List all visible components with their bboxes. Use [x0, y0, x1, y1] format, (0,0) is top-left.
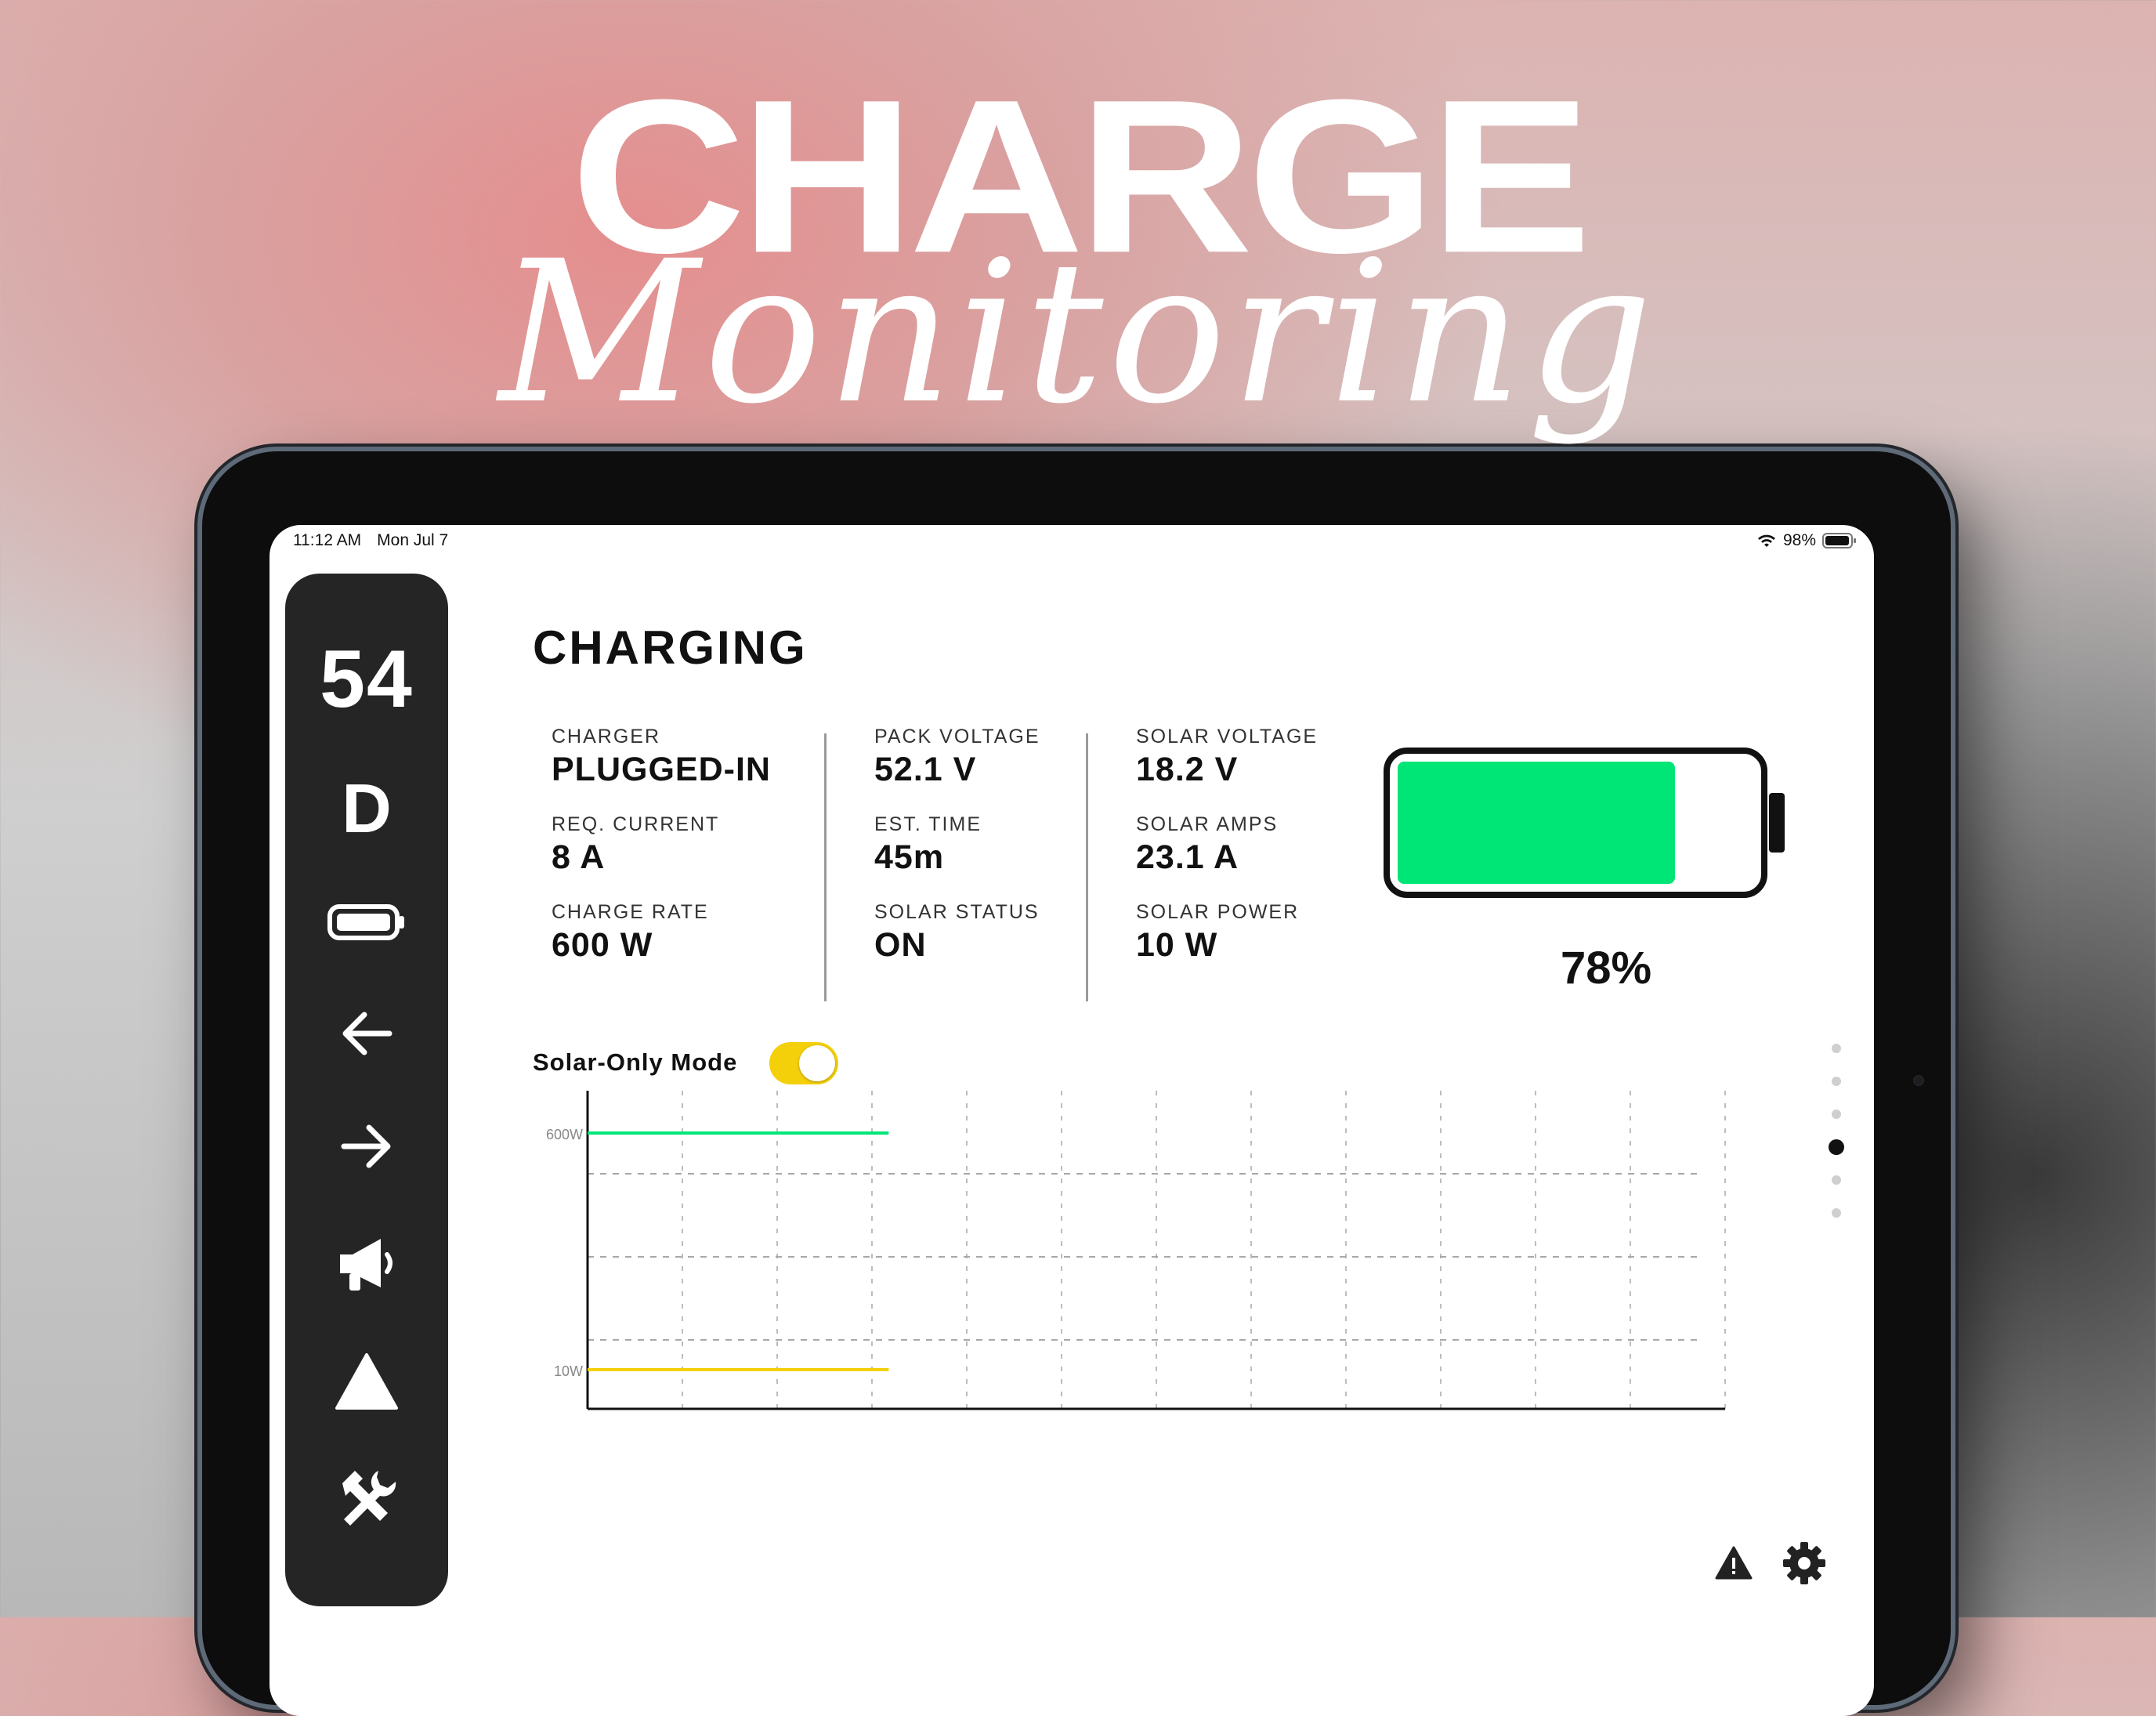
alert-icon[interactable]: [1714, 1545, 1753, 1581]
app-screen: 11:12 AM Mon Jul 7 98% 54 D CHARGING CHA…: [270, 525, 1874, 1716]
hero-script-subtitle: Monitoring: [498, 219, 1658, 447]
front-camera: [1913, 1075, 1924, 1086]
tablet-device: 11:12 AM Mon Jul 7 98% 54 D CHARGING CHA…: [202, 451, 1951, 1716]
settings-gear-icon[interactable]: [1782, 1540, 1827, 1586]
power-chart: 600W 10W: [546, 1091, 1726, 1410]
chart-tick-label: 10W: [554, 1363, 583, 1379]
chart-tick-label: 600W: [546, 1127, 583, 1142]
